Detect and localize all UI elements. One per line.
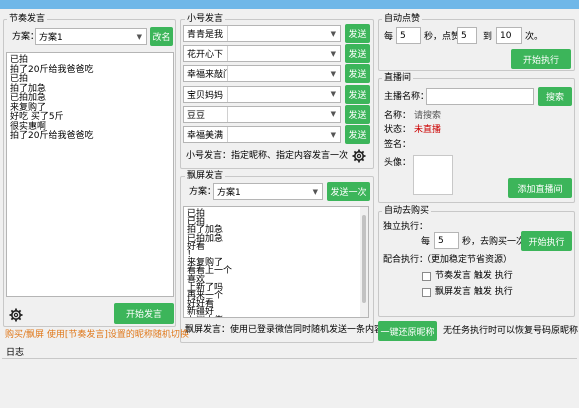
chevron-down-icon: ▼ (330, 29, 336, 38)
log-panel (2, 358, 577, 406)
alt-send-button[interactable]: 发送 (345, 44, 370, 64)
alt-account-select[interactable]: 花开心下 ▼ (183, 45, 341, 63)
alt-account-select[interactable]: 宝贝妈妈 ▼ (183, 85, 341, 103)
like-to-input[interactable]: 10 (496, 27, 522, 44)
chevron-down-icon: ▼ (312, 187, 318, 196)
room-sign-label: 签名： (384, 140, 412, 150)
host-name-label: 主播名称： (384, 92, 430, 102)
alt-content-field[interactable] (227, 106, 228, 122)
rhythm-content-textarea[interactable]: 已拍 拍了20斤给我爸爸吃 已拍 拍了加急 已拍加急 来复购了 好吃 买了5斤 很实惠啊 拍了2… (6, 52, 174, 297)
auto-buy-title: 自动去购买 (382, 206, 432, 216)
alt-account-name: 青青是我 (187, 30, 224, 40)
combo-exec-note: （更加稳定节省资源） (422, 255, 513, 265)
float-lines: 已拍 已拍 拍了加急 已拍加急 好看！来复购了 看看上一个 喜欢 上新了吗 再来一个 好好看 新疆好… (184, 207, 368, 317)
float-line: 已拍 (187, 209, 206, 219)
alt-content-field[interactable] (227, 26, 228, 41)
like-from-input[interactable]: 5 (457, 27, 477, 44)
alt-send-button[interactable]: 发送 (345, 84, 370, 104)
room-status-label: 状态： (384, 125, 412, 135)
float-plan-label: 方案： (189, 187, 217, 197)
rhythm-line: 拍了20斤给我爸爸吃 (10, 131, 94, 141)
float-trigger-checkbox[interactable] (422, 288, 431, 297)
live-room-title: 直播间 (382, 73, 414, 83)
buy-sec-label: 秒，去购买一次 (462, 237, 526, 247)
room-status-value: 未直播 (414, 125, 442, 135)
like-to-label: 到 (483, 32, 493, 42)
rhythm-title: 节奏发言 (7, 14, 48, 24)
restore-note: 无任务执行时可以恢复号码原昵称 (443, 326, 579, 336)
float-line: 好看 (187, 241, 206, 252)
float-content-textarea[interactable]: 已拍 已拍 拍了加急 已拍加急 好看！来复购了 看看上一个 喜欢 上新了吗 再来一个 好好看 新疆好… (183, 206, 369, 318)
alt-account-select[interactable]: 豆豆 ▼ (183, 105, 341, 123)
alt-account-name: 豆豆 (187, 110, 206, 121)
chevron-down-icon: ▼ (330, 110, 336, 119)
chevron-down-icon: ▼ (330, 90, 336, 99)
chevron-down-icon: ▼ (330, 69, 336, 78)
float-hint: 飘屏发言：使用已登录微信同时随机发送一条内容 (185, 325, 384, 335)
alt-settings-gear-icon[interactable] (352, 149, 366, 163)
buy-every-label: 每 (421, 237, 431, 247)
search-button[interactable]: 搜索 (538, 87, 572, 106)
rename-button[interactable]: 改名 (150, 27, 173, 46)
alt-account-select[interactable]: 青青是我 ▼ (183, 25, 341, 42)
rhythm-settings-gear-icon[interactable] (9, 308, 23, 322)
like-every-label: 每 (384, 32, 394, 42)
alt-hint: 小号发言：指定昵称、指定内容发言一次 (186, 151, 349, 161)
alt-send-button[interactable]: 发送 (345, 104, 370, 124)
auto-like-title: 自动点赞 (382, 14, 423, 24)
alt-account-select[interactable]: 幸福美满 ▼ (183, 126, 341, 143)
alt-content-field[interactable] (227, 66, 228, 82)
alt-content-field[interactable] (227, 46, 228, 62)
alt-send-button[interactable]: 发送 (345, 24, 370, 43)
start-like-button[interactable]: 开始执行 (511, 49, 571, 69)
add-live-room-button[interactable]: 添加直播间 (508, 178, 572, 198)
alt-send-button[interactable]: 发送 (345, 64, 370, 84)
room-avatar-label: 头像： (384, 158, 412, 168)
like-interval-input[interactable]: 5 (396, 27, 421, 44)
float-title: 飘屏发言 (185, 171, 226, 181)
float-plan-select[interactable]: 方案1 ▼ (213, 183, 323, 200)
like-times-label: 次。 (525, 32, 544, 42)
start-rhythm-button[interactable]: 开始发言 (114, 303, 174, 324)
alt-account-name: 幸福来敲门 (187, 70, 227, 81)
alt-content-field[interactable] (227, 127, 228, 142)
host-name-input[interactable] (426, 88, 534, 105)
room-avatar (413, 155, 453, 195)
rhythm-trigger-label: 节奏发言 触发 执行 (435, 271, 513, 281)
send-once-button[interactable]: 发送一次 (327, 182, 370, 201)
rhythm-line: 拍了20斤给我爸爸吃 (10, 64, 94, 75)
start-buy-button[interactable]: 开始执行 (521, 231, 572, 251)
room-name-value: 请搜索 (414, 111, 442, 121)
chevron-down-icon: ▼ (136, 32, 142, 41)
alt-account-name: 幸福美满 (187, 131, 224, 141)
rhythm-trigger-checkbox[interactable] (422, 272, 431, 281)
alt-account-name: 宝贝妈妈 (187, 90, 224, 101)
float-line: 九洲大佬 (187, 316, 365, 317)
scrollbar-thumb[interactable] (362, 215, 366, 303)
restore-nickname-button[interactable]: 一键还原昵称 (378, 321, 437, 341)
rhythm-plan-select[interactable]: 方案1 ▼ (35, 28, 147, 45)
chevron-down-icon: ▼ (330, 130, 336, 139)
alt-content-field[interactable] (227, 86, 228, 102)
float-line: 已拍加急 (187, 233, 224, 244)
solo-exec-label: 独立执行： (383, 222, 429, 232)
float-scrollbar[interactable] (360, 207, 368, 317)
buy-interval-input[interactable]: 5 (434, 232, 459, 249)
alt-account-name: 花开心下 (187, 50, 224, 61)
room-name-label: 名称： (384, 111, 412, 121)
alt-account-select[interactable]: 幸福来敲门 ▼ (183, 65, 341, 83)
chevron-down-icon: ▼ (330, 49, 336, 58)
like-sec-label: 秒，点赞 (424, 32, 461, 42)
rhythm-lines: 已拍 拍了20斤给我爸爸吃 已拍 拍了加急 已拍加急 来复购了 好吃 买了5斤 很实惠啊 拍了2… (7, 53, 173, 145)
float-trigger-label: 飘屏发言 触发 执行 (435, 287, 513, 297)
nickname-note: 购买/飘屏 使用[节奏发言]设置的昵称随机切换 (5, 330, 189, 340)
alt-title: 小号发言 (185, 14, 226, 24)
float-line: 看看上一个 (187, 266, 233, 277)
title-bar (0, 0, 579, 9)
alt-send-button[interactable]: 发送 (345, 125, 370, 144)
